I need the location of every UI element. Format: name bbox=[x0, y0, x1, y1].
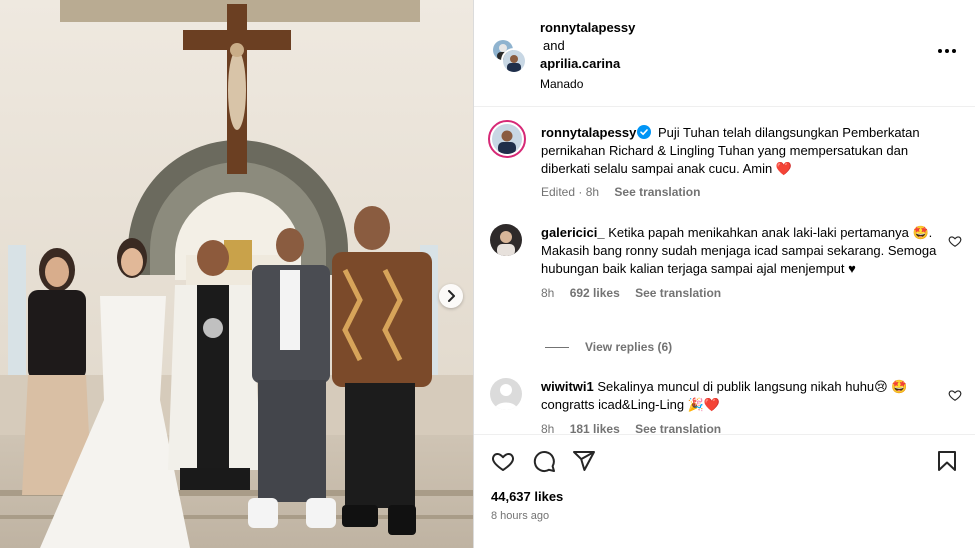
caption-username[interactable]: ronnytalapessy bbox=[541, 125, 636, 140]
replies-divider bbox=[545, 346, 569, 348]
more-icon bbox=[938, 49, 942, 53]
likes-count[interactable]: 44,637 likes bbox=[491, 489, 563, 504]
location-link[interactable]: Manado bbox=[540, 75, 635, 93]
comment-item: galericici_ Ketika papah menikahkan anak… bbox=[490, 224, 962, 334]
like-comment-heart-icon[interactable] bbox=[948, 234, 962, 248]
heart-icon[interactable] bbox=[491, 449, 515, 473]
caption-meta: Edited · 8h See translation bbox=[541, 183, 941, 201]
post-collab-info: ronnytalapessy and aprilia.carina Manado bbox=[540, 19, 635, 93]
comment-time: 8h bbox=[541, 422, 555, 434]
comment-item: wiwitwi1 Sekalinya muncul di publik lang… bbox=[490, 378, 962, 434]
comment-avatar[interactable] bbox=[490, 378, 522, 410]
more-icon bbox=[945, 49, 949, 53]
and-text: and bbox=[543, 38, 565, 53]
avatar-image bbox=[492, 124, 522, 154]
comment-avatar[interactable] bbox=[490, 224, 522, 256]
header-username-2[interactable]: aprilia.carina bbox=[540, 55, 635, 73]
post-side-panel: ronnytalapessy and aprilia.carina Manado… bbox=[473, 0, 975, 548]
caption-emoji: ❤️ bbox=[775, 161, 793, 176]
more-options-button[interactable] bbox=[936, 44, 958, 58]
like-comment-heart-icon[interactable] bbox=[948, 388, 962, 402]
more-icon bbox=[952, 49, 956, 53]
comment-text: Sekalinya muncul di publik langsung nika… bbox=[541, 379, 908, 412]
post-header: ronnytalapessy and aprilia.carina Manado bbox=[474, 0, 975, 107]
comment-likes[interactable]: 181 likes bbox=[570, 422, 620, 434]
share-icon[interactable] bbox=[572, 449, 596, 473]
default-avatar-icon bbox=[490, 378, 522, 410]
comment-icon[interactable] bbox=[532, 449, 556, 473]
comment-likes[interactable]: 692 likes bbox=[570, 286, 620, 300]
view-replies-button[interactable]: View replies (6) bbox=[545, 340, 672, 354]
post-actions: 44,637 likes 8 hours ago bbox=[474, 434, 975, 548]
comments-section[interactable]: ronnytalapessy Puji Tuhan telah dilangsu… bbox=[474, 108, 975, 434]
comment-username[interactable]: wiwitwi1 bbox=[541, 379, 594, 394]
comment-time: 8h bbox=[541, 286, 555, 300]
next-slide-button[interactable] bbox=[439, 284, 463, 308]
next-arrow-icon bbox=[448, 290, 455, 302]
comment-meta: 8h 181 likes See translation bbox=[541, 420, 941, 434]
caption-edited: Edited · 8h bbox=[541, 185, 600, 199]
avatar-image bbox=[490, 224, 522, 256]
comment-see-translation[interactable]: See translation bbox=[635, 286, 721, 300]
bookmark-icon[interactable] bbox=[935, 449, 959, 473]
header-username-1[interactable]: ronnytalapessy bbox=[540, 19, 635, 37]
avatar-image bbox=[503, 50, 525, 72]
wedding-photo-image bbox=[0, 0, 473, 548]
caption: ronnytalapessy Puji Tuhan telah dilangsu… bbox=[488, 120, 962, 210]
caption-see-translation[interactable]: See translation bbox=[614, 185, 700, 199]
caption-body: ronnytalapessy Puji Tuhan telah dilangsu… bbox=[541, 124, 941, 201]
view-replies-label: View replies (6) bbox=[585, 340, 673, 354]
post-time[interactable]: 8 hours ago bbox=[491, 510, 549, 522]
collab-avatars[interactable] bbox=[491, 38, 527, 74]
avatar[interactable] bbox=[501, 48, 527, 74]
post-photo[interactable] bbox=[0, 0, 473, 548]
comment-body: wiwitwi1 Sekalinya muncul di publik lang… bbox=[541, 378, 941, 434]
verified-badge-icon bbox=[637, 125, 652, 139]
comment-body: galericici_ Ketika papah menikahkan anak… bbox=[541, 224, 941, 302]
comment-see-translation[interactable]: See translation bbox=[635, 422, 721, 434]
comment-meta: 8h 692 likes See translation bbox=[541, 284, 941, 302]
comment-username[interactable]: galericici_ bbox=[541, 225, 605, 240]
caption-avatar[interactable] bbox=[488, 120, 526, 158]
